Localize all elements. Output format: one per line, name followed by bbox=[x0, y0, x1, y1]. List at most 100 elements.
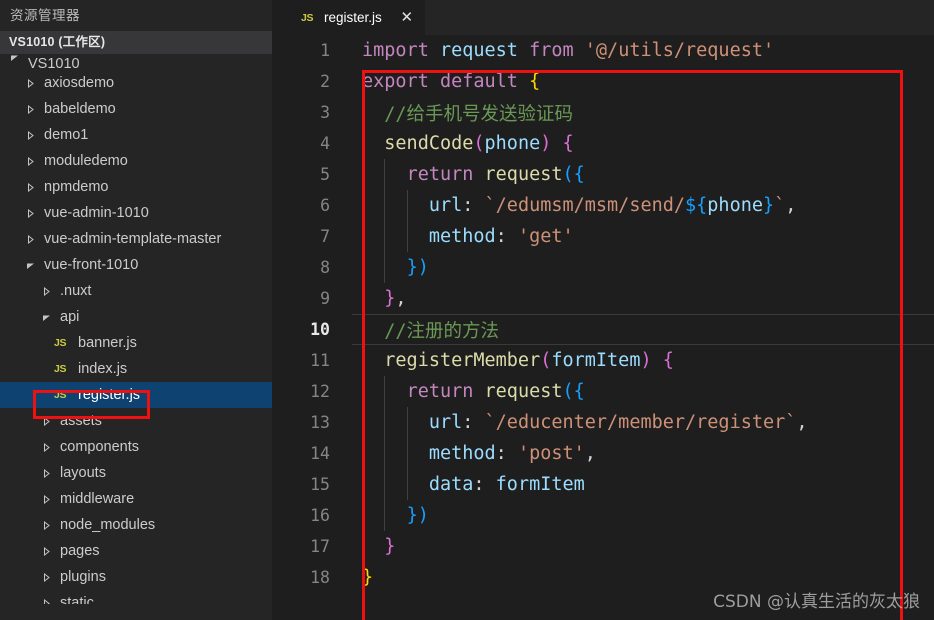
code-line-1[interactable]: 1 import request from '@/utils/request' bbox=[290, 35, 934, 66]
tree-item-layouts[interactable]: layouts bbox=[0, 460, 272, 486]
code-token: ) bbox=[417, 257, 429, 278]
chevron-right-icon[interactable] bbox=[38, 564, 54, 590]
code-line-text: } bbox=[352, 567, 373, 588]
chevron-right-icon[interactable] bbox=[38, 538, 54, 564]
code-token: phone bbox=[707, 195, 763, 216]
code-line-5[interactable]: 5 return request({ bbox=[290, 159, 934, 190]
code-token: : bbox=[473, 474, 496, 495]
tree-item-vue-front-1010[interactable]: vue-front-1010 bbox=[0, 252, 272, 278]
chevron-right-icon[interactable] bbox=[22, 148, 38, 174]
chevron-right-icon[interactable] bbox=[22, 70, 38, 96]
js-file-icon: JS bbox=[54, 337, 67, 349]
chevron-down-icon[interactable] bbox=[38, 304, 54, 330]
code-line-text: registerMember(formItem) { bbox=[352, 350, 674, 371]
tree-item-vue-admin-template-master[interactable]: vue-admin-template-master bbox=[0, 226, 272, 252]
code-token: //注册的方法 bbox=[384, 320, 500, 342]
close-icon[interactable]: ✕ bbox=[399, 10, 415, 25]
line-number: 2 bbox=[320, 72, 330, 91]
line-number: 12 bbox=[310, 382, 330, 401]
js-file-icon: JS bbox=[301, 11, 314, 24]
code-line-text: }) bbox=[352, 257, 429, 278]
chevron-right-icon[interactable] bbox=[22, 122, 38, 148]
code-line-14[interactable]: 14 method: 'post', bbox=[290, 438, 934, 469]
code-line-10[interactable]: 10 //注册的方法 bbox=[290, 314, 934, 345]
tree-item-register-js[interactable]: JS register.js bbox=[0, 382, 272, 408]
tree-item-vs1010[interactable]: VS1010 bbox=[0, 54, 272, 70]
tree-item-index-js[interactable]: JS index.js bbox=[0, 356, 272, 382]
chevron-right-icon[interactable] bbox=[38, 434, 54, 460]
code-line-15[interactable]: 15 data: formItem bbox=[290, 469, 934, 500]
tree-item-label: vue-front-1010 bbox=[44, 257, 139, 273]
tree-item-pages[interactable]: pages bbox=[0, 538, 272, 564]
chevron-right-icon[interactable] bbox=[38, 486, 54, 512]
code-line-2[interactable]: 2 export default { bbox=[290, 66, 934, 97]
tree-item-label: axiosdemo bbox=[44, 75, 115, 91]
chevron-right-icon[interactable] bbox=[38, 460, 54, 486]
file-tree: VS1010 axiosdemo babeldemo demo1 moduledemo n… bbox=[0, 54, 272, 604]
tree-item-label: demo1 bbox=[44, 127, 89, 143]
tree-item--nuxt[interactable]: .nuxt bbox=[0, 278, 272, 304]
tree-item-assets[interactable]: assets bbox=[0, 408, 272, 434]
code-line-13[interactable]: 13 url: `/educenter/member/register`, bbox=[290, 407, 934, 438]
code-token: return bbox=[406, 164, 474, 185]
tree-item-banner-js[interactable]: JS banner.js bbox=[0, 330, 272, 356]
tree-item-api[interactable]: api bbox=[0, 304, 272, 330]
tree-item-components[interactable]: components bbox=[0, 434, 272, 460]
chevron-right-icon[interactable] bbox=[22, 174, 38, 200]
code-line-6[interactable]: 6 url: `/edumsm/msm/send/${phone}`, bbox=[290, 190, 934, 221]
line-number: 10 bbox=[310, 320, 330, 339]
vscode-window: 资源管理器 VS1010 (工作区) VS1010 axiosdemo babeld… bbox=[0, 0, 934, 620]
tree-item-npmdemo[interactable]: npmdemo bbox=[0, 174, 272, 200]
tree-item-label: moduledemo bbox=[44, 153, 128, 169]
code-line-11[interactable]: 11 registerMember(formItem) { bbox=[290, 345, 934, 376]
code-token: { bbox=[562, 133, 574, 154]
tree-item-moduledemo[interactable]: moduledemo bbox=[0, 148, 272, 174]
code-line-text: url: `/educenter/member/register`, bbox=[352, 412, 808, 433]
chevron-right-icon[interactable] bbox=[38, 512, 54, 538]
chevron-right-icon[interactable] bbox=[38, 590, 54, 604]
code-token: //给手机号发送验证码 bbox=[384, 103, 574, 125]
indent-guide bbox=[406, 407, 408, 500]
code-token: : bbox=[462, 412, 485, 433]
tree-item-babeldemo[interactable]: babeldemo bbox=[0, 96, 272, 122]
tree-item-label: babeldemo bbox=[44, 101, 116, 117]
chevron-right-icon[interactable] bbox=[22, 226, 38, 252]
code-line-8[interactable]: 8 }) bbox=[290, 252, 934, 283]
sidebar-right-strip bbox=[272, 0, 290, 620]
code-editor[interactable]: CSDN @认真生活的灰太狼 1 import request from '@/u… bbox=[290, 35, 934, 620]
code-line-16[interactable]: 16 }) bbox=[290, 500, 934, 531]
chevron-down-icon[interactable] bbox=[22, 252, 38, 278]
code-line-12[interactable]: 12 return request({ bbox=[290, 376, 934, 407]
workspace-header: VS1010 (工作区) bbox=[0, 31, 272, 54]
code-token: method bbox=[428, 443, 496, 464]
chevron-down-icon[interactable] bbox=[6, 54, 22, 70]
chevron-right-icon[interactable] bbox=[22, 96, 38, 122]
code-line-18[interactable]: 18} bbox=[290, 562, 934, 593]
tree-item-middleware[interactable]: middleware bbox=[0, 486, 272, 512]
code-token: formItem bbox=[551, 350, 641, 371]
chevron-right-icon[interactable] bbox=[38, 278, 54, 304]
tree-item-vue-admin-1010[interactable]: vue-admin-1010 bbox=[0, 200, 272, 226]
tab-register-js[interactable]: JS register.js ✕ bbox=[290, 0, 425, 35]
tree-item-node-modules[interactable]: node_modules bbox=[0, 512, 272, 538]
code-line-3[interactable]: 3 //给手机号发送验证码 bbox=[290, 97, 934, 128]
code-line-17[interactable]: 17 } bbox=[290, 531, 934, 562]
code-line-4[interactable]: 4 sendCode(phone) { bbox=[290, 128, 934, 159]
code-line-9[interactable]: 9 }, bbox=[290, 283, 934, 314]
tree-item-label: banner.js bbox=[78, 335, 137, 351]
code-token: `/edumsm/msm/send/ bbox=[484, 195, 686, 216]
chevron-right-icon[interactable] bbox=[22, 200, 38, 226]
tree-item-plugins[interactable]: plugins bbox=[0, 564, 272, 590]
tree-item-demo1[interactable]: demo1 bbox=[0, 122, 272, 148]
chevron-right-icon[interactable] bbox=[38, 408, 54, 434]
code-line-7[interactable]: 7 method: 'get' bbox=[290, 221, 934, 252]
tree-item-axiosdemo[interactable]: axiosdemo bbox=[0, 70, 272, 96]
tree-item-static[interactable]: static bbox=[0, 590, 272, 604]
